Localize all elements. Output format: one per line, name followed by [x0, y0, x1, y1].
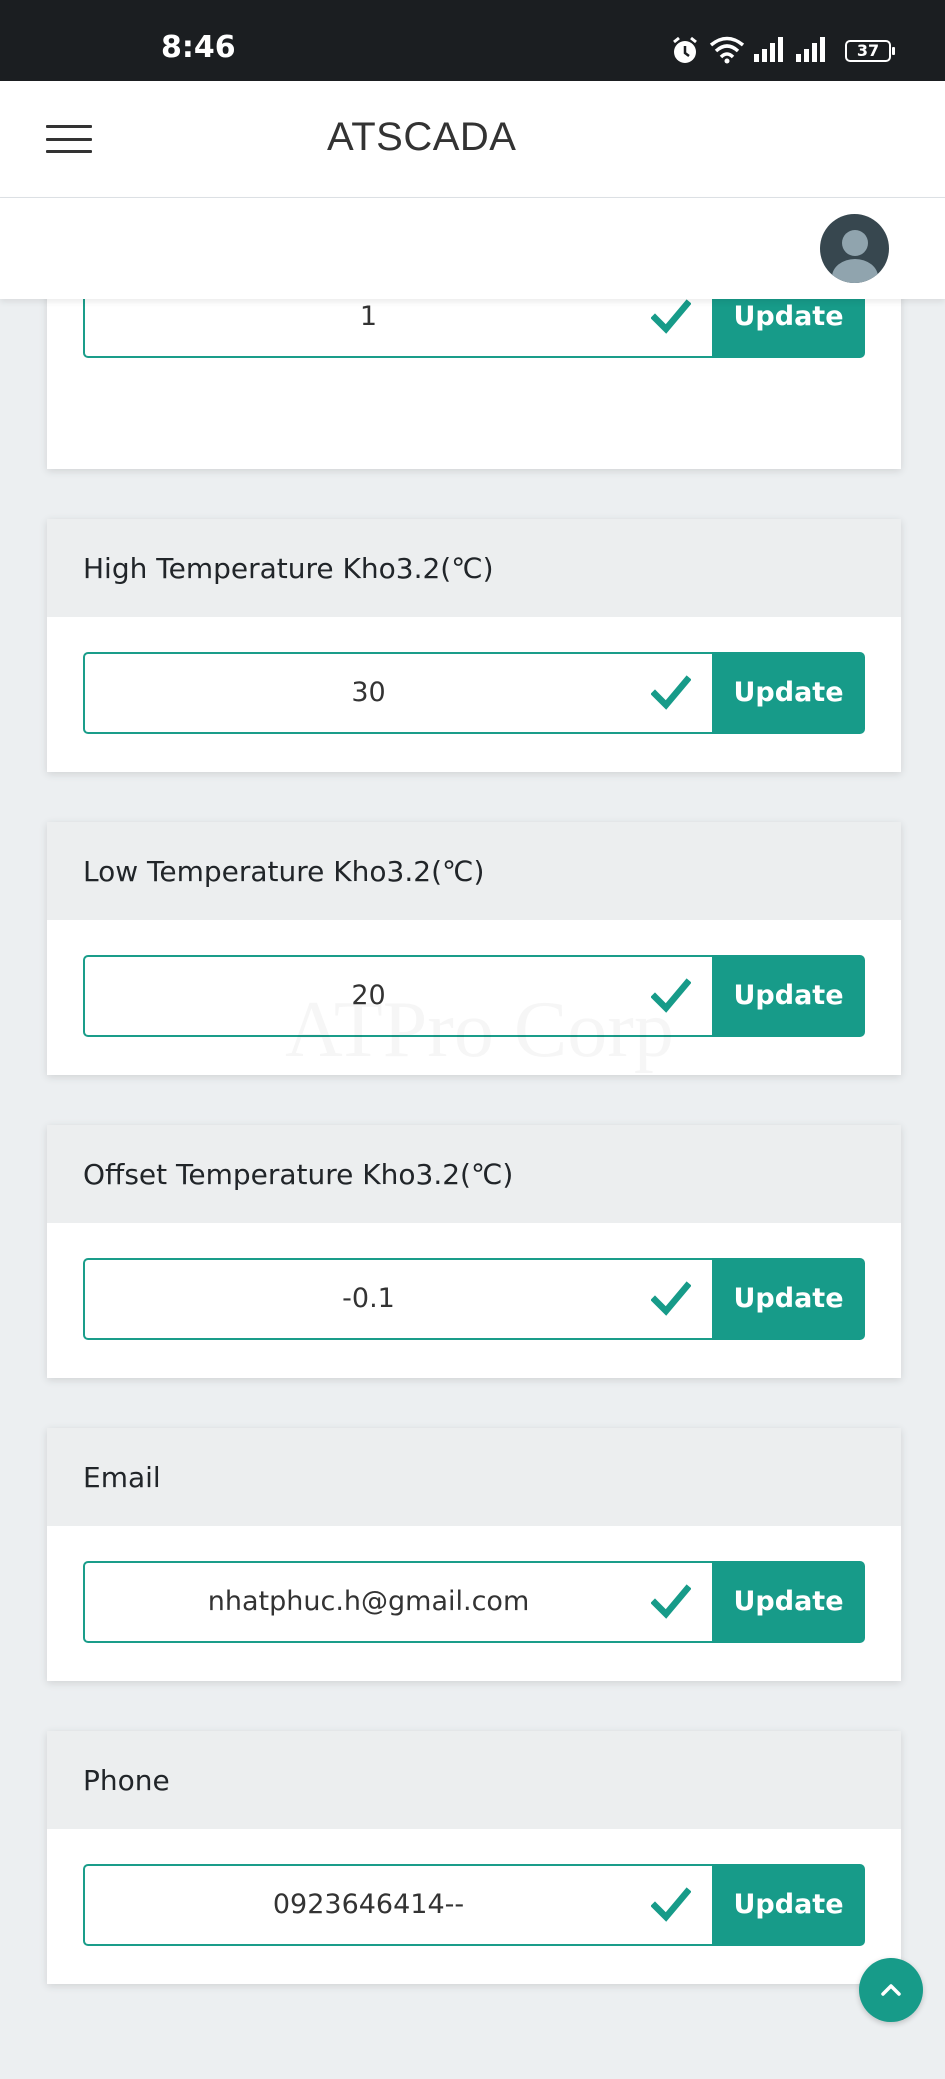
setting-input-group: nhatphuc.h@gmail.com Update	[83, 1561, 865, 1643]
setting-input-group: 0923646414-- Update	[83, 1864, 865, 1946]
update-button[interactable]: Update	[712, 652, 865, 734]
battery-indicator: 37	[845, 40, 895, 62]
alarm-icon	[673, 36, 697, 63]
setting-card: High Temperature Kho3.2(℃) 30 Update	[47, 519, 901, 772]
avatar[interactable]	[820, 214, 889, 283]
setting-label: High Temperature Kho3.2(℃)	[47, 519, 901, 617]
status-time: 8:46	[161, 30, 236, 65]
update-button[interactable]: Update	[712, 1258, 865, 1340]
wifi-icon	[709, 36, 745, 64]
user-bar	[0, 198, 945, 299]
check-icon	[651, 675, 691, 710]
email-field[interactable]: nhatphuc.h@gmail.com	[83, 1561, 712, 1643]
update-button[interactable]: Update	[712, 1864, 865, 1946]
watermark: ATPro Corp	[285, 985, 674, 1076]
setting-label: Email	[47, 1428, 901, 1526]
setting-label: Offset Temperature Kho3.2(℃)	[47, 1125, 901, 1223]
setting-label: Phone	[47, 1731, 901, 1829]
check-icon	[651, 1887, 691, 1922]
update-button[interactable]: Update	[712, 1561, 865, 1643]
signal-icon	[796, 37, 825, 62]
setting-card: Email nhatphuc.h@gmail.com Update	[47, 1428, 901, 1681]
scroll-to-top-button[interactable]	[859, 1958, 923, 2022]
status-bar: 8:46 37	[0, 0, 945, 81]
chevron-up-icon	[881, 1984, 901, 1996]
signal-icon	[754, 37, 783, 62]
status-icons: 37	[671, 36, 895, 66]
setting-value-input[interactable]: 30	[83, 652, 712, 734]
setting-input-group: -0.1 Update	[83, 1258, 865, 1340]
setting-card: Phone 0923646414-- Update	[47, 1731, 901, 1984]
setting-value-input[interactable]: -0.1	[83, 1258, 712, 1340]
check-icon	[651, 1281, 691, 1316]
hamburger-icon[interactable]	[46, 125, 92, 153]
setting-input-group: 30 Update	[83, 652, 865, 734]
check-icon	[651, 299, 691, 334]
update-button[interactable]: Update	[712, 955, 865, 1037]
app-title: ATSCADA	[327, 115, 517, 159]
check-icon	[651, 1584, 691, 1619]
setting-card: Offset Temperature Kho3.2(℃) -0.1 Update	[47, 1125, 901, 1378]
phone-field[interactable]: 0923646414--	[83, 1864, 712, 1946]
app-header: ATSCADA	[0, 81, 945, 198]
setting-label: Low Temperature Kho3.2(℃)	[47, 822, 901, 920]
